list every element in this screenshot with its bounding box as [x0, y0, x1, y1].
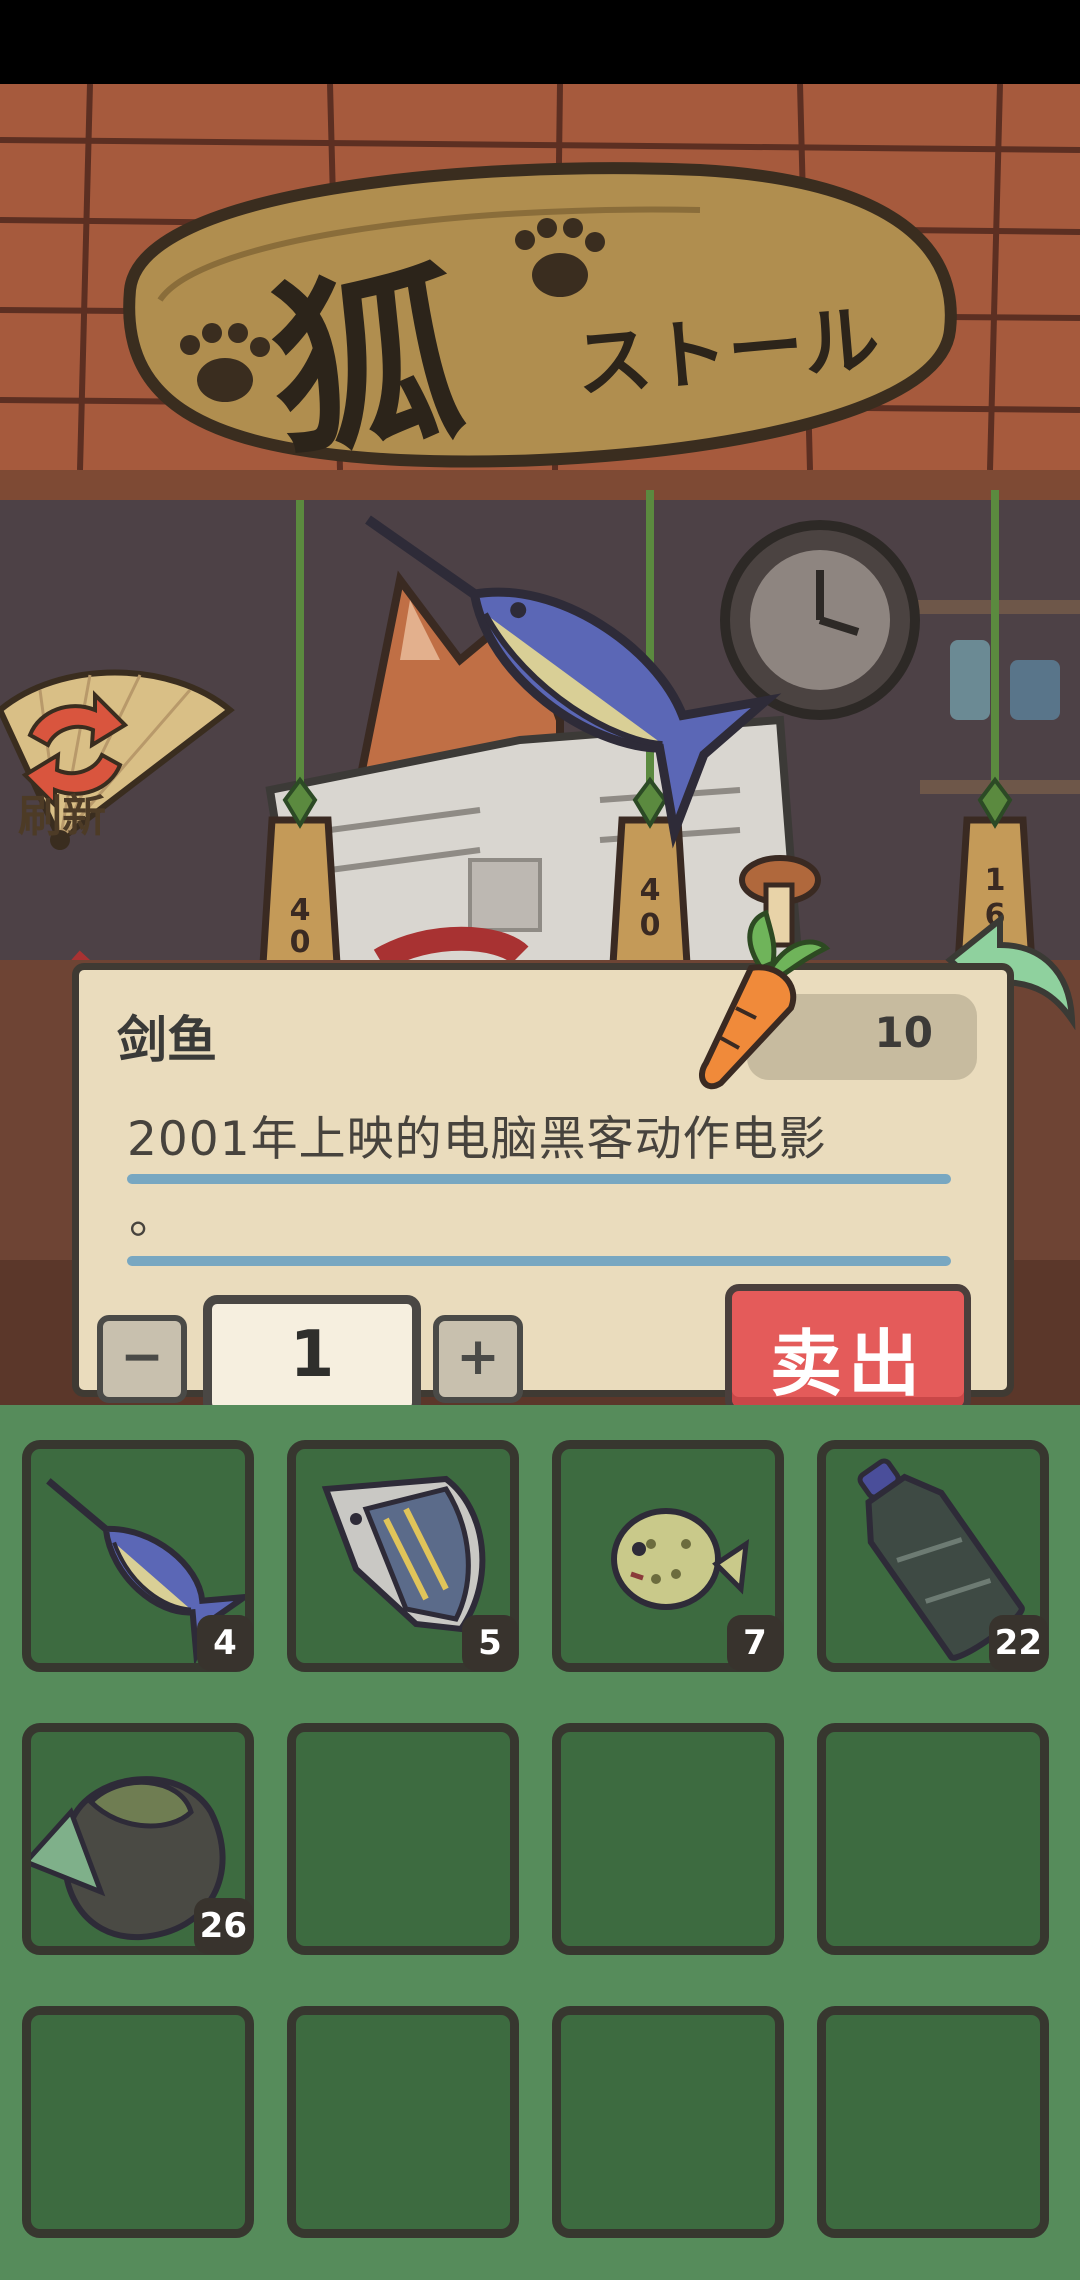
minus-icon: −	[120, 1327, 164, 1387]
inventory-slot-empty[interactable]	[552, 1723, 784, 1955]
shop-scene: 4 0 4 0 1 6 狐 ストール 刷新 剑鱼 10 2001年上映的电脑黑客…	[0, 0, 1080, 2280]
sell-label: 卖出	[769, 1322, 926, 1406]
inventory-slot[interactable]: 26	[22, 1723, 254, 1955]
plus-icon: +	[456, 1327, 500, 1387]
svg-text:4: 4	[290, 893, 311, 928]
inventory-slot-empty[interactable]	[817, 1723, 1049, 1955]
inventory-slot[interactable]: 4	[22, 1440, 254, 1672]
inventory-slot-empty[interactable]	[552, 2006, 784, 2238]
item-description-line1: 2001年上映的电脑黑客动作电影	[127, 1112, 827, 1167]
item-name: 剑鱼	[117, 1011, 217, 1069]
refresh-label: 刷新	[18, 791, 106, 842]
status-bar	[0, 0, 1080, 84]
quantity-field[interactable]: 1	[203, 1295, 421, 1417]
svg-text:1: 1	[985, 863, 1006, 898]
svg-text:0: 0	[640, 908, 661, 943]
quantity-value: 1	[289, 1318, 335, 1392]
item-description-line2: 。	[129, 1190, 176, 1245]
inventory-slot-empty[interactable]	[287, 1723, 519, 1955]
quantity-plus-button[interactable]: +	[433, 1315, 523, 1403]
item-count: 7	[727, 1615, 783, 1671]
inventory-slot[interactable]: 5	[287, 1440, 519, 1672]
inventory-panel: 4 5 7 22 26	[0, 1405, 1080, 2280]
inventory-slot-empty[interactable]	[817, 2006, 1049, 2238]
carrot-icon	[699, 909, 831, 1090]
inventory-slot[interactable]: 22	[817, 1440, 1049, 1672]
item-count: 26	[193, 1898, 253, 1954]
description-divider	[127, 1256, 951, 1266]
description-divider	[127, 1174, 951, 1184]
sell-button[interactable]: 卖出	[725, 1284, 971, 1414]
svg-text:4: 4	[640, 873, 661, 908]
shop-sign-title: 狐	[260, 242, 473, 485]
item-count: 4	[197, 1615, 253, 1671]
item-count: 22	[988, 1615, 1048, 1671]
price-value: 10	[874, 1008, 933, 1057]
inventory-slot-empty[interactable]	[22, 2006, 254, 2238]
item-detail-card: 剑鱼 10 2001年上映的电脑黑客动作电影 。 − 1 + 卖出	[72, 909, 1014, 1417]
inventory-slot-empty[interactable]	[287, 2006, 519, 2238]
quantity-minus-button[interactable]: −	[97, 1315, 187, 1403]
inventory-slot[interactable]: 7	[552, 1440, 784, 1672]
svg-text:0: 0	[290, 925, 311, 960]
item-count: 5	[462, 1615, 518, 1671]
